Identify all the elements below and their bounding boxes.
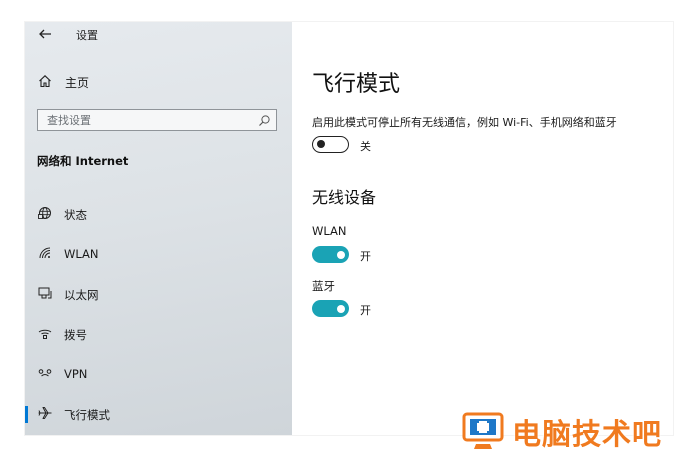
sidebar-item-airplane-mode[interactable]: 飞行模式 xyxy=(25,394,292,434)
page-title: 飞行模式 xyxy=(312,72,401,97)
wlan-label: WLAN xyxy=(312,224,347,238)
dialup-icon xyxy=(38,329,52,339)
toggle-knob xyxy=(337,250,345,259)
ethernet-icon xyxy=(38,287,52,299)
sidebar-item-ethernet[interactable]: 以太网 xyxy=(25,274,292,314)
search-icon[interactable] xyxy=(258,114,271,127)
globe-status-icon xyxy=(38,207,51,219)
bluetooth-state: 开 xyxy=(360,304,371,317)
toggle-knob xyxy=(317,140,325,149)
sidebar-item-home[interactable]: 主页 xyxy=(25,68,292,94)
vpn-icon xyxy=(38,369,52,377)
bluetooth-label: 蓝牙 xyxy=(312,279,335,293)
arrow-left-icon xyxy=(39,29,51,39)
sidebar-item-label: 拨号 xyxy=(64,328,87,342)
wireless-devices-heading: 无线设备 xyxy=(312,188,377,207)
section-heading: 网络和 Internet xyxy=(37,154,129,168)
sidebar-item-label: 以太网 xyxy=(64,288,99,302)
back-button[interactable] xyxy=(33,24,57,44)
wifi-icon xyxy=(39,247,51,259)
search-box xyxy=(37,109,277,131)
search-input[interactable] xyxy=(38,110,257,130)
toggle-knob xyxy=(337,304,345,313)
sidebar-item-status[interactable]: 状态 xyxy=(25,194,292,234)
sidebar-item-label: 状态 xyxy=(64,208,87,222)
sidebar-item-wlan[interactable]: WLAN xyxy=(25,234,292,274)
window-title: 设置 xyxy=(76,29,98,42)
sidebar-item-label: VPN xyxy=(64,367,88,381)
sidebar: 设置 主页 网络和 Internet xyxy=(25,22,292,435)
wlan-toggle[interactable] xyxy=(312,246,349,263)
watermark-text: 电脑技术吧 xyxy=(512,417,663,451)
sidebar-item-label: 飞行模式 xyxy=(64,408,110,422)
sidebar-nav: 状态 WLAN 以太网 拨号 VPN 飞行模式 xyxy=(25,194,292,434)
airplane-mode-state: 关 xyxy=(360,140,371,153)
sidebar-item-label: WLAN xyxy=(64,247,99,261)
sidebar-item-dialup[interactable]: 拨号 xyxy=(25,314,292,354)
home-icon xyxy=(39,75,51,88)
settings-window: 设置 主页 网络和 Internet xyxy=(25,22,673,435)
airplane-mode-toggle[interactable] xyxy=(312,136,349,153)
airplane-mode-description: 启用此模式可停止所有无线通信，例如 Wi-Fi、手机网络和蓝牙 xyxy=(312,116,617,129)
content-pane: 飞行模式 启用此模式可停止所有无线通信，例如 Wi-Fi、手机网络和蓝牙 关 无… xyxy=(292,22,673,435)
bluetooth-toggle[interactable] xyxy=(312,300,349,317)
wlan-state: 开 xyxy=(360,250,371,263)
title-bar: 设置 xyxy=(25,22,292,48)
watermark: 电脑技术吧 xyxy=(458,408,698,452)
airplane-icon xyxy=(38,407,52,419)
computer-logo-icon xyxy=(462,412,504,449)
sidebar-item-vpn[interactable]: VPN xyxy=(25,354,292,394)
sidebar-item-label: 主页 xyxy=(65,76,90,90)
